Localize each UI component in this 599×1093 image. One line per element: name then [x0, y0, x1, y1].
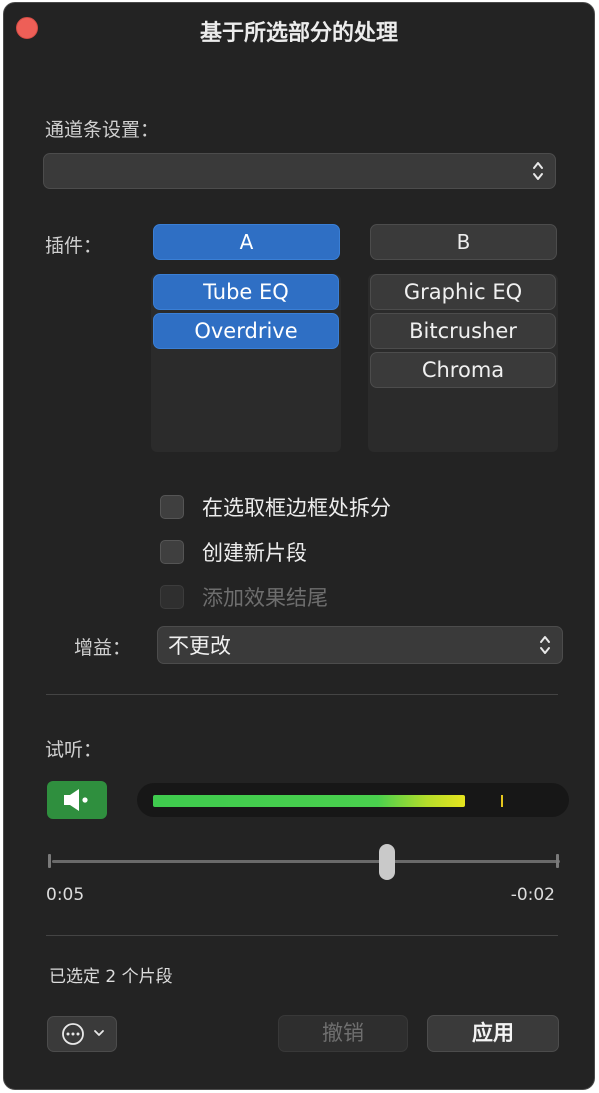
- plugin-list-a: Tube EQ Overdrive: [151, 274, 341, 452]
- add-effect-tail-checkbox: [160, 585, 184, 609]
- ellipsis-circle-icon: [62, 1023, 104, 1045]
- level-meter-peak: [501, 795, 503, 807]
- chevron-updown-icon: [533, 162, 543, 180]
- plugin-slot-a-1[interactable]: Tube EQ: [153, 274, 339, 310]
- track-end-tick: [556, 854, 559, 868]
- plugin-slot-b-1[interactable]: Graphic EQ: [370, 274, 556, 310]
- dialog-window: 基于所选部分的处理 通道条设置： 插件： A B Tube EQ Overdri…: [3, 2, 595, 1090]
- section-divider: [46, 935, 558, 936]
- undo-button: 撤销: [278, 1015, 408, 1052]
- tab-plugin-b[interactable]: B: [370, 224, 557, 260]
- plugin-slot-b-3[interactable]: Chroma: [370, 352, 556, 388]
- preview-play-button[interactable]: [47, 781, 107, 819]
- level-meter-fill: [153, 795, 465, 807]
- preview-label: 试听：: [45, 739, 103, 761]
- channel-strip-label: 通道条设置：: [45, 119, 160, 141]
- selection-status: 已选定 2 个片段: [49, 967, 173, 987]
- playhead-track[interactable]: [52, 860, 560, 863]
- section-divider: [46, 694, 558, 695]
- gain-value: 不更改: [168, 634, 231, 658]
- plugin-slot-a-2[interactable]: Overdrive: [153, 313, 339, 349]
- level-meter: [137, 783, 569, 817]
- speaker-icon: [64, 789, 88, 811]
- split-at-edges-label: 在选取框边框处拆分: [202, 496, 391, 520]
- window-title: 基于所选部分的处理: [199, 21, 398, 46]
- chevron-updown-icon: [540, 636, 550, 654]
- plugin-slot-b-2[interactable]: Bitcrusher: [370, 313, 556, 349]
- add-effect-tail-label: 添加效果结尾: [202, 586, 328, 610]
- plugin-list-b: Graphic EQ Bitcrusher Chroma: [368, 274, 558, 452]
- track-start-tick: [48, 854, 51, 868]
- more-options-button[interactable]: [47, 1016, 117, 1052]
- gain-label: 增益：: [74, 637, 132, 659]
- plugins-label: 插件：: [45, 235, 103, 257]
- split-at-edges-checkbox[interactable]: [160, 495, 184, 519]
- tab-plugin-a[interactable]: A: [153, 224, 340, 260]
- time-elapsed: 0:05: [46, 885, 85, 905]
- create-new-region-checkbox[interactable]: [160, 540, 184, 564]
- create-new-region-label: 创建新片段: [202, 541, 307, 565]
- time-remaining: -0:02: [510, 885, 555, 905]
- playhead-thumb[interactable]: [379, 844, 395, 880]
- apply-button[interactable]: 应用: [427, 1015, 559, 1052]
- channel-strip-popup[interactable]: [43, 153, 556, 189]
- gain-popup[interactable]: 不更改: [157, 626, 563, 664]
